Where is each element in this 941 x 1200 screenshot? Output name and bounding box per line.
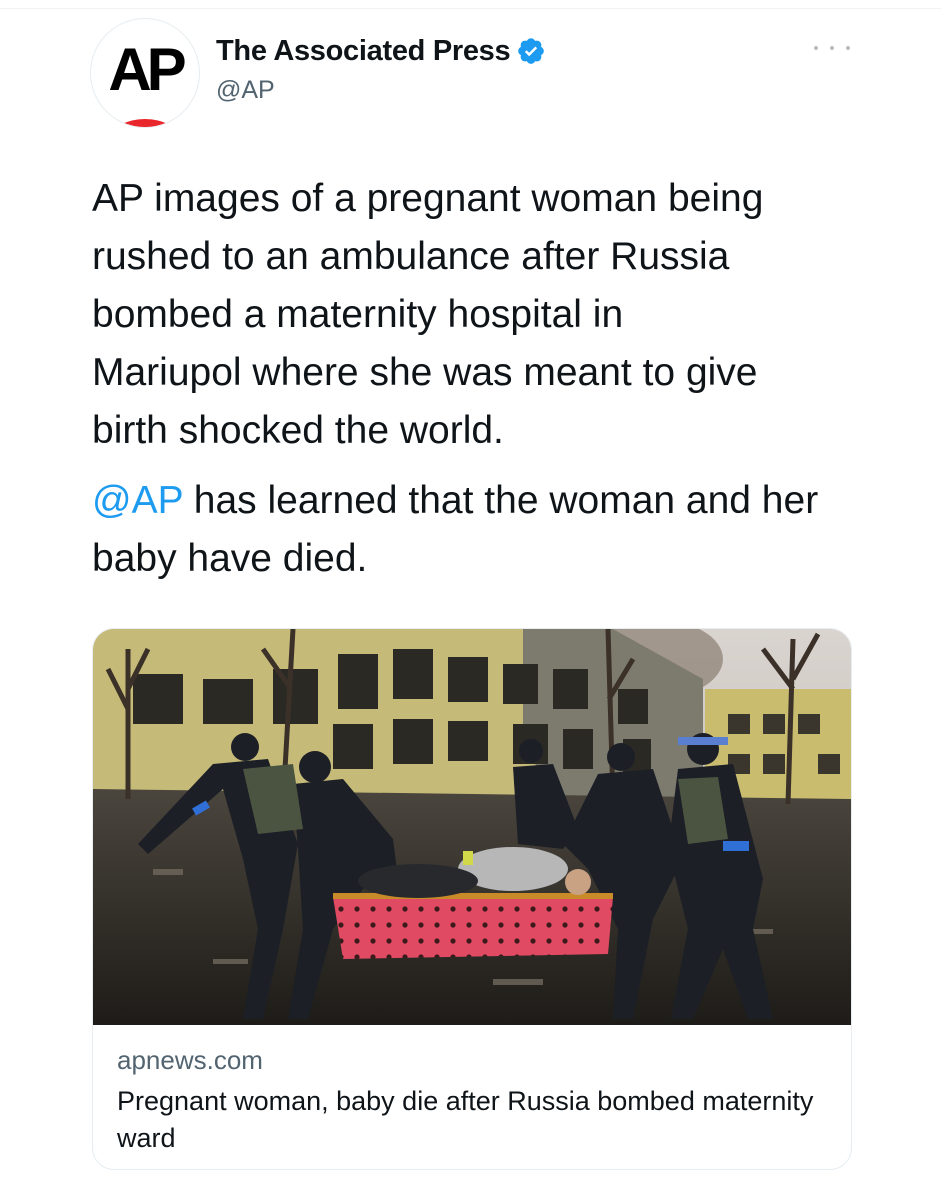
more-dot	[846, 46, 850, 50]
tweet-paragraph-2-text: has learned that the woman and her baby …	[92, 479, 819, 580]
avatar-logo-swoosh	[111, 119, 179, 127]
tweet-paragraph-1: AP images of a pregnant woman being rush…	[92, 177, 764, 452]
top-divider	[0, 8, 941, 9]
more-options-icon[interactable]	[814, 38, 850, 58]
more-dot	[830, 46, 834, 50]
author-name-row: The Associated Press	[216, 31, 546, 71]
card-photo	[93, 629, 851, 1025]
avatar[interactable]: AP	[90, 18, 200, 128]
author-display-name[interactable]: The Associated Press	[216, 35, 511, 68]
tweet-paragraph-2: @AP has learned that the woman and her b…	[92, 472, 892, 588]
card-domain: apnews.com	[117, 1045, 263, 1075]
card-title[interactable]: Pregnant woman, baby die after Russia bo…	[117, 1083, 817, 1157]
more-dot	[814, 46, 818, 50]
tweet-text: AP images of a pregnant woman being rush…	[92, 170, 892, 588]
author-handle[interactable]: @AP	[216, 76, 275, 105]
link-preview-card[interactable]: apnews.com Pregnant woman, baby die afte…	[92, 628, 852, 1170]
verified-badge-icon	[518, 38, 545, 64]
avatar-logo-text: AP	[108, 36, 186, 103]
mention-link[interactable]: @AP	[92, 479, 183, 522]
